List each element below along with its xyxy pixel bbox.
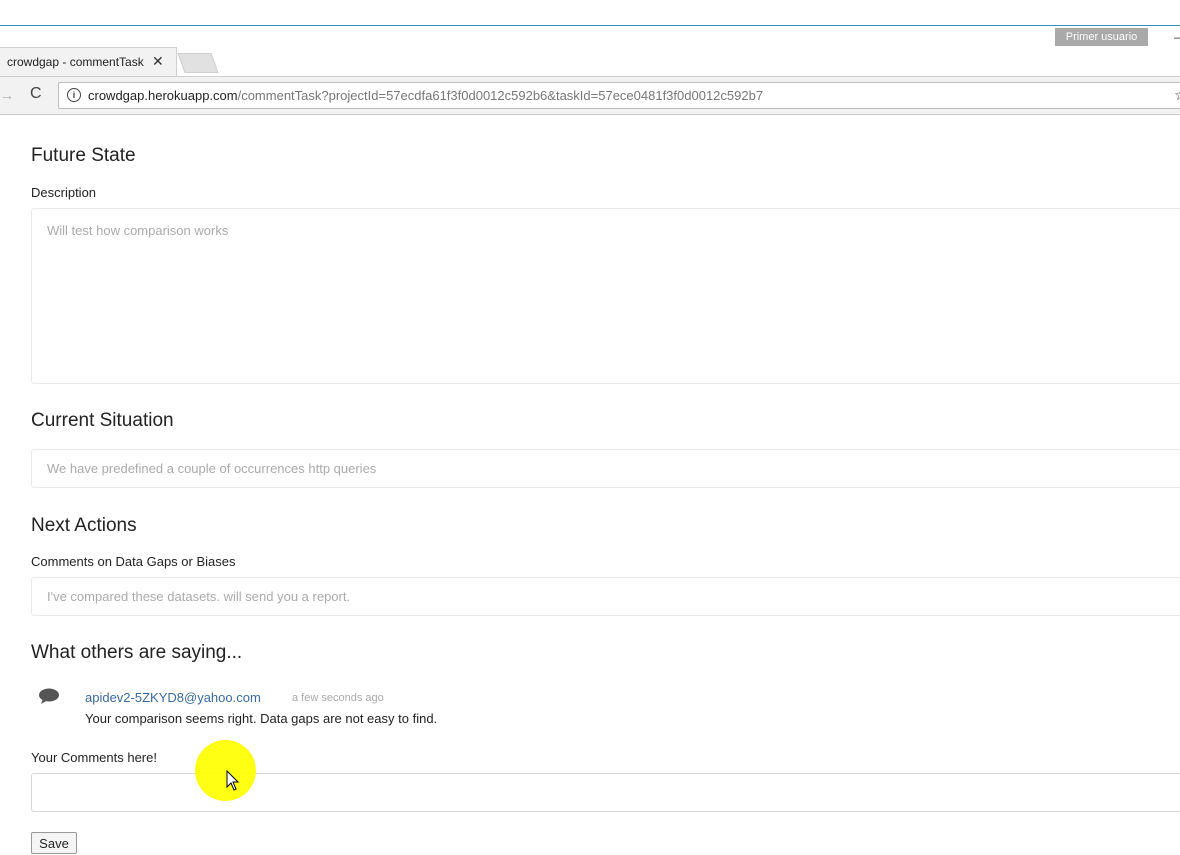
future-state-heading: Future State — [31, 145, 136, 166]
data-gaps-label: Comments on Data Gaps or Biases — [31, 554, 236, 569]
comment-text: Your comparison seems right. Data gaps a… — [85, 711, 438, 726]
next-actions-heading: Next Actions — [31, 515, 137, 536]
browser-tab[interactable]: crowdgap - commentTask ✕ — [0, 47, 177, 77]
url-host: crowdgap.herokuapp.com — [88, 88, 238, 103]
url-path: /commentTask?projectId=57ecdfa61f3f0d001… — [237, 88, 764, 103]
profile-button[interactable]: Primer usuario — [1055, 28, 1148, 46]
data-gaps-value: I've compared these datasets. will send … — [47, 589, 351, 604]
mouse-cursor-icon — [226, 770, 240, 791]
your-comments-label: Your Comments here! — [31, 750, 157, 765]
tab-strip — [0, 26, 1180, 76]
browser-toolbar: → C i crowdgap.herokuapp.com/commentTask… — [0, 76, 1180, 115]
save-button[interactable]: Save — [31, 832, 77, 854]
reload-icon[interactable]: C — [30, 85, 42, 103]
description-value: Will test how comparison works — [47, 223, 229, 238]
tab-title: crowdgap - commentTask — [7, 55, 144, 69]
info-icon[interactable]: i — [67, 88, 81, 102]
close-icon[interactable]: ✕ — [152, 53, 164, 70]
current-situation-value: We have predefined a couple of occurrenc… — [47, 461, 377, 476]
description-textarea[interactable]: Will test how comparison works — [31, 208, 1180, 384]
url-text[interactable]: crowdgap.herokuapp.com/commentTask?proje… — [88, 88, 763, 103]
comment-timestamp: a few seconds ago — [292, 692, 384, 704]
description-label: Description — [31, 185, 97, 200]
others-heading: What others are saying... — [31, 642, 243, 663]
current-situation-heading: Current Situation — [31, 410, 174, 431]
current-situation-field[interactable]: We have predefined a couple of occurrenc… — [31, 449, 1180, 488]
minimize-button[interactable]: – — [1174, 30, 1180, 44]
forward-icon[interactable]: → — [0, 87, 14, 103]
star-icon[interactable]: ☆ — [1174, 86, 1180, 104]
comment-author-link[interactable]: apidev2-5ZKYD8@yahoo.com — [85, 690, 261, 705]
new-tab-button[interactable] — [177, 53, 219, 73]
address-bar[interactable]: i crowdgap.herokuapp.com/commentTask?pro… — [58, 82, 1180, 109]
data-gaps-field[interactable]: I've compared these datasets. will send … — [31, 577, 1180, 616]
comment-icon — [39, 688, 59, 704]
